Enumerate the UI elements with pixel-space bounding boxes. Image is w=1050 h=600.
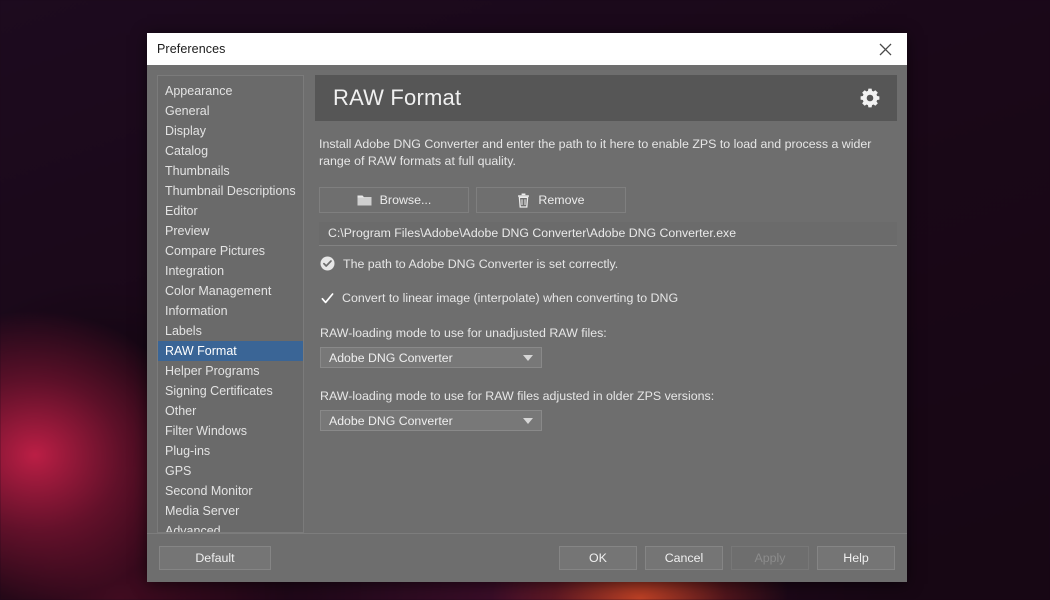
sidebar-item-color-management[interactable]: Color Management [158, 281, 303, 301]
sidebar-item-label: Preview [165, 224, 210, 238]
sidebar-item-label: Display [165, 124, 206, 138]
sidebar-item-media-server[interactable]: Media Server [158, 501, 303, 521]
chevron-down-icon [523, 417, 533, 424]
sidebar-item-label: RAW Format [165, 344, 237, 358]
dialog-body: Appearance General Display Catalog Thumbnail… [147, 65, 907, 533]
path-status-text: The path to Adobe DNG Converter is set c… [343, 256, 619, 271]
sidebar-item-label: Appearance [165, 84, 233, 98]
remove-button-label: Remove [538, 193, 585, 207]
path-status-row: The path to Adobe DNG Converter is set c… [315, 246, 897, 271]
dialog-title: Preferences [157, 42, 226, 56]
convert-linear-checkbox-label: Convert to linear image (interpolate) wh… [342, 291, 679, 305]
sidebar-item-label: Advanced [165, 524, 221, 533]
cancel-button[interactable]: Cancel [645, 546, 723, 570]
sidebar-item-label: Integration [165, 264, 225, 278]
convert-linear-checkbox[interactable]: Convert to linear image (interpolate) wh… [315, 271, 897, 305]
sidebar-item-label: Editor [165, 204, 198, 218]
ok-button[interactable]: OK [559, 546, 637, 570]
sidebar-item-label: Other [165, 404, 197, 418]
sidebar-item-label: Thumbnail Descriptions [165, 184, 296, 198]
sidebar-item-preview[interactable]: Preview [158, 221, 303, 241]
preferences-dialog: Preferences Appearance General Display Cata… [147, 33, 907, 582]
path-action-buttons: Browse... Remove [315, 170, 897, 213]
sidebar-item-integration[interactable]: Integration [158, 261, 303, 281]
sidebar-item-filter-windows[interactable]: Filter Windows [158, 421, 303, 441]
sidebar-item-label: Signing Certificates [165, 384, 273, 398]
unadjusted-mode-value: Adobe DNG Converter [329, 350, 453, 365]
sidebar-item-compare-pictures[interactable]: Compare Pictures [158, 241, 303, 261]
sidebar-item-label: Labels [165, 324, 202, 338]
unadjusted-mode-select[interactable]: Adobe DNG Converter [320, 347, 542, 368]
sidebar-item-editor[interactable]: Editor [158, 201, 303, 221]
sidebar-item-general[interactable]: General [158, 101, 303, 121]
browse-button-label: Browse... [379, 193, 432, 207]
sidebar-item-catalog[interactable]: Catalog [158, 141, 303, 161]
sidebar-item-display[interactable]: Display [158, 121, 303, 141]
sidebar-item-label: GPS [165, 464, 192, 478]
page-title: RAW Format [333, 85, 462, 110]
footer-action-buttons: OK Cancel Apply Help [559, 546, 895, 570]
sidebar-item-labels[interactable]: Labels [158, 321, 303, 341]
trash-icon [517, 193, 530, 208]
unadjusted-mode-label: RAW-loading mode to use for unadjusted R… [320, 326, 607, 340]
sidebar-item-advanced[interactable]: Advanced [158, 521, 303, 533]
sidebar-item-label: Thumbnails [165, 164, 230, 178]
older-versions-mode-value: Adobe DNG Converter [329, 413, 453, 428]
help-button[interactable]: Help [817, 546, 895, 570]
sidebar-item-label: Color Management [165, 284, 272, 298]
sidebar-item-label: Second Monitor [165, 484, 253, 498]
gear-icon[interactable] [858, 86, 882, 110]
sidebar-item-gps[interactable]: GPS [158, 461, 303, 481]
check-circle-icon [320, 256, 335, 271]
dialog-titlebar: Preferences [147, 33, 907, 65]
sidebar-item-label: Plug-ins [165, 444, 211, 458]
older-versions-mode-select[interactable]: Adobe DNG Converter [320, 410, 542, 431]
checkmark-icon [321, 292, 334, 305]
older-versions-mode-label: RAW-loading mode to use for RAW files ad… [320, 389, 715, 403]
sidebar-item-information[interactable]: Information [158, 301, 303, 321]
default-button[interactable]: Default [159, 546, 271, 570]
folder-icon [357, 194, 372, 207]
sidebar-item-label: Media Server [165, 504, 240, 518]
dialog-footer: Default OK Cancel Apply Help [147, 533, 907, 582]
panel-header: RAW Format [315, 75, 897, 121]
sidebar-item-label: Helper Programs [165, 364, 260, 378]
remove-button[interactable]: Remove [476, 187, 626, 213]
close-icon[interactable] [863, 33, 907, 65]
sidebar-item-label: Filter Windows [165, 424, 247, 438]
sidebar-item-signing-certificates[interactable]: Signing Certificates [158, 381, 303, 401]
panel-description: Install Adobe DNG Converter and enter th… [319, 137, 872, 168]
sidebar-item-label: Information [165, 304, 228, 318]
sidebar-item-thumbnail-descriptions[interactable]: Thumbnail Descriptions [158, 181, 303, 201]
apply-button: Apply [731, 546, 809, 570]
sidebar-item-thumbnails[interactable]: Thumbnails [158, 161, 303, 181]
sidebar-item-helper-programs[interactable]: Helper Programs [158, 361, 303, 381]
sidebar-item-label: Compare Pictures [165, 244, 266, 258]
sidebar-item-other[interactable]: Other [158, 401, 303, 421]
sidebar-item-label: Catalog [165, 144, 209, 158]
sidebar-item-plug-ins[interactable]: Plug-ins [158, 441, 303, 461]
preferences-sidebar[interactable]: Appearance General Display Catalog Thumbnail… [157, 75, 304, 533]
sidebar-item-second-monitor[interactable]: Second Monitor [158, 481, 303, 501]
sidebar-item-appearance[interactable]: Appearance [158, 81, 303, 101]
converter-path-input[interactable]: C:\Program Files\Adobe\Adobe DNG Convert… [319, 222, 897, 246]
sidebar-item-raw-format[interactable]: RAW Format [158, 341, 303, 361]
preferences-main-panel: RAW Format Install Adobe DNG Converter a… [315, 75, 897, 533]
chevron-down-icon [523, 354, 533, 361]
sidebar-item-label: General [165, 104, 210, 118]
browse-button[interactable]: Browse... [319, 187, 469, 213]
